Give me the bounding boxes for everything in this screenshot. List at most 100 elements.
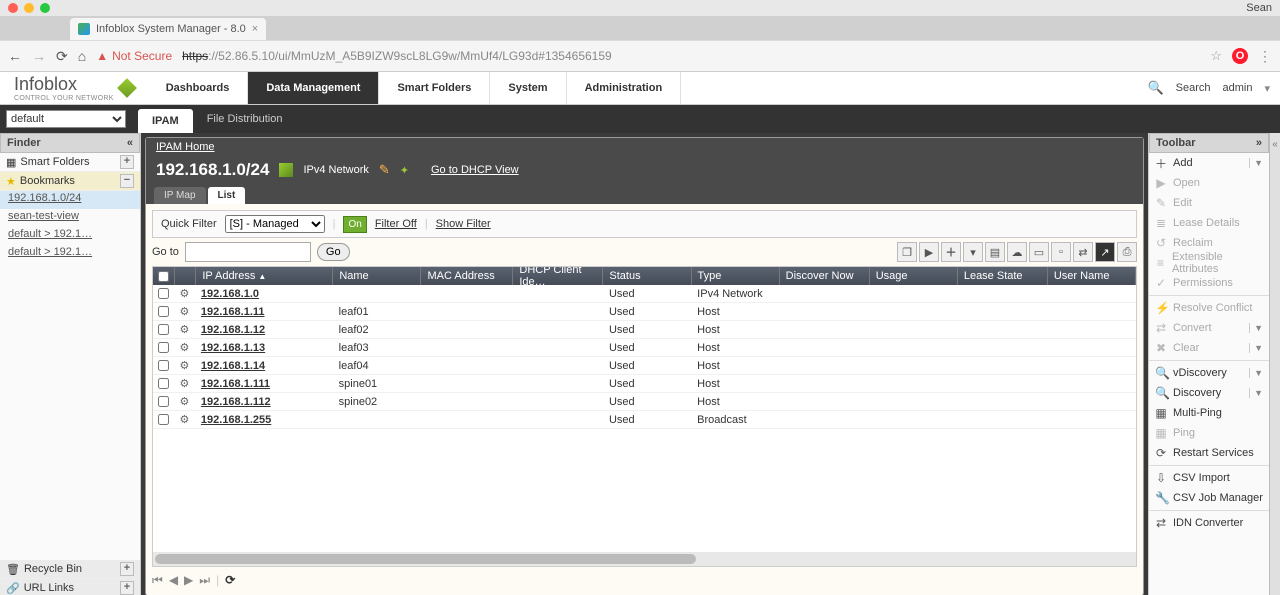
table-row[interactable]: ⚙192.168.1.11leaf01UsedHost (153, 303, 1136, 321)
tool-cloud-icon[interactable]: ☁ (1007, 242, 1027, 262)
tool-vdiscovery[interactable]: 🔍vDiscovery▼ (1149, 363, 1269, 383)
tool-csv-import[interactable]: ⇩CSV Import (1149, 468, 1269, 488)
browser-tab[interactable]: Infoblox System Manager - 8.0 × (70, 18, 266, 40)
zoom-window-icon[interactable] (40, 3, 50, 13)
tool-doc-icon[interactable]: ▤ (985, 242, 1005, 262)
filter-on-toggle[interactable]: On (343, 216, 366, 233)
edit-network-icon[interactable]: ✎ (379, 162, 390, 178)
collapse-bookmarks-icon[interactable]: − (120, 174, 134, 188)
row-gear-icon[interactable]: ⚙ (174, 377, 195, 390)
security-indicator[interactable]: ▲ Not Secure (96, 49, 172, 63)
tool-add[interactable]: ＋Add▼ (1149, 153, 1269, 173)
reload-button[interactable]: ⟳ (56, 48, 68, 65)
table-row[interactable]: ⚙192.168.1.111spine01UsedHost (153, 375, 1136, 393)
refresh-grid-icon[interactable]: ⟳ (225, 573, 235, 587)
expand-urllinks-icon[interactable]: + (120, 581, 134, 595)
tool-next-icon[interactable]: ▶ (919, 242, 939, 262)
user-name[interactable]: admin (1223, 82, 1253, 94)
user-menu-dropdown-icon[interactable]: ▾ (1264, 82, 1270, 95)
row-checkbox[interactable] (158, 288, 169, 299)
select-all-checkbox[interactable] (158, 271, 169, 282)
home-button[interactable]: ⌂ (78, 48, 86, 64)
row-checkbox[interactable] (158, 306, 169, 317)
col-usage[interactable]: Usage (870, 267, 958, 285)
bookmarks-node[interactable]: ★ Bookmarks − (0, 172, 140, 191)
filter-off-link[interactable]: Filter Off (375, 218, 417, 230)
tool-csv-job[interactable]: 🔧CSV Job Manager (1149, 488, 1269, 508)
inner-tab-list[interactable]: List (208, 187, 246, 204)
col-discover[interactable]: Discover Now (780, 267, 870, 285)
tool-restart[interactable]: ⟳Restart Services (1149, 443, 1269, 463)
network-action-icon[interactable]: ✦ (400, 164, 409, 177)
row-checkbox[interactable] (158, 324, 169, 335)
tool-idn[interactable]: ⇄IDN Converter (1149, 513, 1269, 533)
row-gear-icon[interactable]: ⚙ (174, 323, 195, 336)
tool-add-dropdown-icon[interactable]: ▾ (963, 242, 983, 262)
address-bar[interactable]: https://52.86.5.10/ui/MmUzM_A5B9IZW9scL8… (182, 49, 612, 63)
ip-link[interactable]: 192.168.1.14 (201, 360, 265, 372)
col-status[interactable]: Status (603, 267, 691, 285)
expand-recycle-icon[interactable]: + (120, 562, 134, 576)
inner-tab-ip-map[interactable]: IP Map (154, 187, 206, 204)
dhcp-view-link[interactable]: Go to DHCP View (431, 164, 519, 176)
row-checkbox[interactable] (158, 396, 169, 407)
search-icon[interactable]: 🔍 (1147, 80, 1163, 96)
bookmark-item[interactable]: sean-test-view (0, 209, 140, 227)
breadcrumb-home[interactable]: IPAM Home (156, 141, 214, 153)
nav-administration[interactable]: Administration (567, 72, 682, 104)
back-button[interactable]: ← (8, 48, 22, 64)
row-gear-icon[interactable]: ⚙ (174, 359, 195, 372)
col-user[interactable]: User Name (1048, 267, 1136, 285)
subtab-file-distribution[interactable]: File Distribution (193, 105, 297, 133)
row-checkbox[interactable] (158, 342, 169, 353)
collapse-finder-icon[interactable]: « (127, 137, 133, 149)
row-gear-icon[interactable]: ⚙ (174, 287, 195, 300)
bookmark-item[interactable]: default > 192.1… (0, 245, 140, 263)
nav-dashboards[interactable]: Dashboards (148, 72, 249, 104)
table-row[interactable]: ⚙192.168.1.12leaf02UsedHost (153, 321, 1136, 339)
table-row[interactable]: ⚙192.168.1.255UsedBroadcast (153, 411, 1136, 429)
row-gear-icon[interactable]: ⚙ (174, 395, 195, 408)
col-dhcp[interactable]: DHCP Client Ide… (513, 267, 603, 285)
go-button[interactable]: Go (317, 243, 350, 261)
nav-data-management[interactable]: Data Management (248, 72, 379, 104)
row-checkbox[interactable] (158, 360, 169, 371)
ip-link[interactable]: 192.168.1.111 (201, 378, 270, 390)
col-mac[interactable]: MAC Address (421, 267, 513, 285)
smart-folders-node[interactable]: ▦ Smart Folders + (0, 153, 140, 172)
recycle-bin[interactable]: 🗑 Recycle Bin + (0, 560, 140, 579)
browser-menu-icon[interactable]: ⋮ (1258, 48, 1272, 65)
chrome-profile[interactable]: Sean (1246, 2, 1272, 14)
goto-input[interactable] (185, 242, 311, 262)
col-lease[interactable]: Lease State (958, 267, 1048, 285)
minimize-window-icon[interactable] (24, 3, 34, 13)
tool-add-icon[interactable]: ＋ (941, 242, 961, 262)
subtab-ipam[interactable]: IPAM (138, 109, 193, 133)
right-grip[interactable]: « (1269, 133, 1280, 595)
nav-system[interactable]: System (490, 72, 566, 104)
row-gear-icon[interactable]: ⚙ (174, 305, 195, 318)
add-smart-folder-icon[interactable]: + (120, 155, 134, 169)
bookmark-star-icon[interactable]: ☆ (1210, 48, 1222, 64)
extension-icon[interactable]: O (1232, 48, 1248, 64)
dropdown-icon[interactable]: ▼ (1249, 388, 1263, 398)
collapse-toolbar-icon[interactable]: » (1256, 137, 1262, 149)
url-links[interactable]: 🔗 URL Links + (0, 579, 140, 595)
tool-print-icon[interactable]: ⎙ (1117, 242, 1137, 262)
col-type[interactable]: Type (692, 267, 780, 285)
tool-discovery[interactable]: 🔍Discovery▼ (1149, 383, 1269, 403)
table-row[interactable]: ⚙192.168.1.13leaf03UsedHost (153, 339, 1136, 357)
dropdown-icon[interactable]: ▼ (1249, 368, 1263, 378)
ip-link[interactable]: 192.168.1.255 (201, 414, 271, 426)
close-window-icon[interactable] (8, 3, 18, 13)
tool-delete-icon[interactable]: ▫ (1051, 242, 1071, 262)
tool-screen-icon[interactable]: ▭ (1029, 242, 1049, 262)
table-row[interactable]: ⚙192.168.1.14leaf04UsedHost (153, 357, 1136, 375)
tool-export-icon[interactable]: ↗ (1095, 242, 1115, 262)
ip-link[interactable]: 192.168.1.11 (201, 306, 265, 318)
logo[interactable]: Infoblox CONTROL YOUR NETWORK (0, 74, 148, 102)
tool-swap-icon[interactable]: ⇄ (1073, 242, 1093, 262)
quick-filter-select[interactable]: [S] - Managed (225, 215, 325, 233)
tool-multi-ping[interactable]: ▦Multi-Ping (1149, 403, 1269, 423)
ip-link[interactable]: 192.168.1.0 (201, 288, 259, 300)
